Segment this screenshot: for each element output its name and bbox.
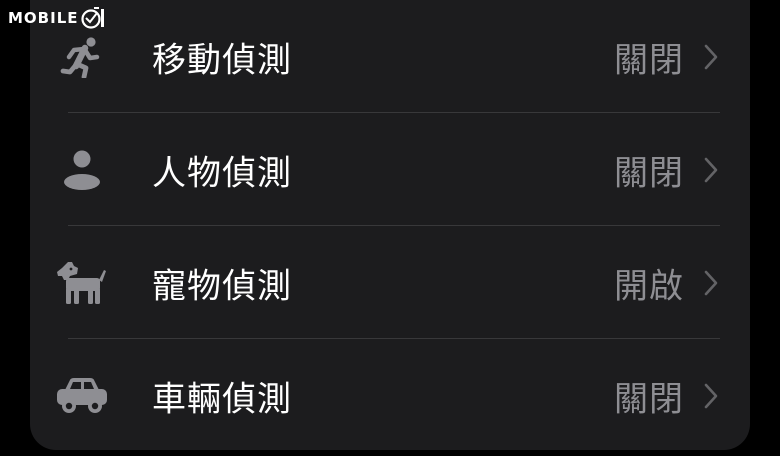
vehicle-detection-value: 關閉 [614, 379, 684, 419]
person-icon [54, 146, 110, 194]
person-detection-row[interactable]: 人物偵測 關閉 [30, 113, 750, 226]
chevron-right-icon [704, 270, 718, 295]
motion-detection-row[interactable]: 移動偵測 關閉 [30, 0, 750, 113]
mobile01-logo-icon [80, 7, 104, 29]
dog-icon [54, 259, 110, 307]
pet-detection-value: 開啟 [614, 266, 684, 306]
person-detection-label: 人物偵測 [152, 153, 292, 193]
chevron-right-icon [704, 44, 718, 69]
motion-detection-value: 關閉 [614, 40, 684, 80]
pet-detection-label: 寵物偵測 [152, 266, 292, 306]
pet-detection-row[interactable]: 寵物偵測 開啟 [30, 226, 750, 339]
car-icon [54, 372, 110, 420]
chevron-right-icon [704, 383, 718, 408]
running-person-icon [54, 33, 110, 81]
vehicle-detection-row[interactable]: 車輛偵測 關閉 [30, 339, 750, 452]
watermark-text: MOBILE [8, 9, 79, 27]
chevron-right-icon [704, 157, 718, 182]
vehicle-detection-label: 車輛偵測 [152, 379, 292, 419]
person-detection-value: 關閉 [614, 153, 684, 193]
motion-detection-label: 移動偵測 [152, 40, 292, 80]
watermark: MOBILE [8, 4, 106, 32]
detection-settings-panel: 移動偵測 關閉 人物偵測 關閉 寵物偵測 開啟 車輛偵測 關閉 [30, 0, 750, 450]
